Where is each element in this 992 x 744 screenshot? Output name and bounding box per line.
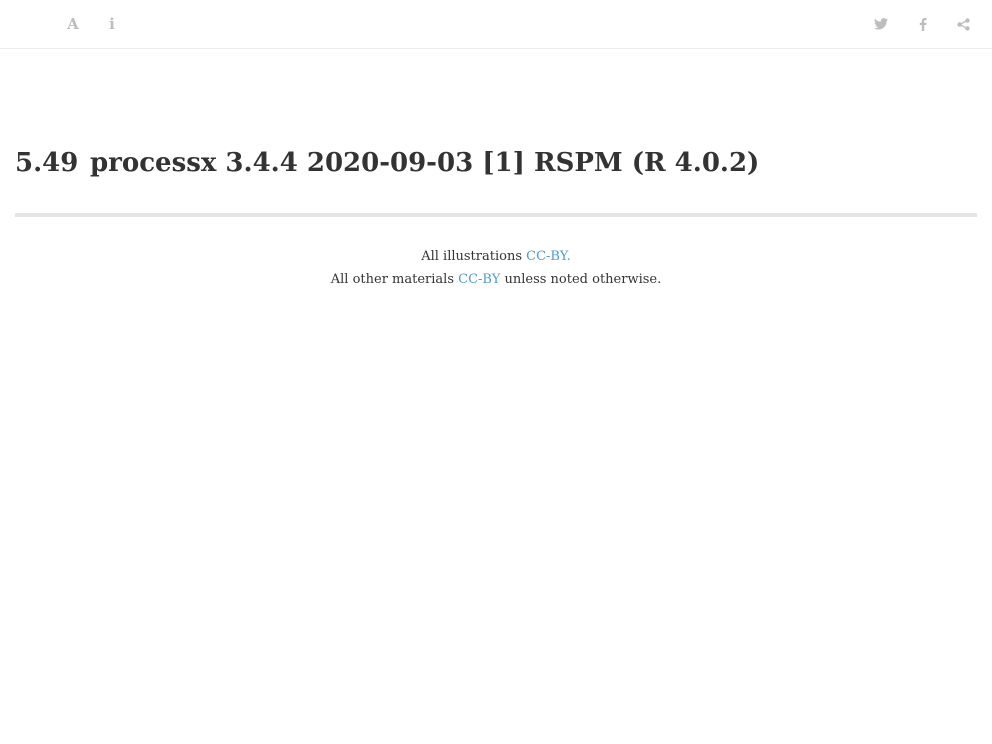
footer-illustrations-text: All illustrations [421,249,527,264]
page-footer: All illustrations CC-BY. All other mater… [0,245,992,291]
footer-line-illustrations: All illustrations CC-BY. [0,245,992,268]
twitter-icon [874,18,888,30]
info-icon: i [109,14,115,33]
section-number: 5.49 [15,148,79,178]
share-button[interactable] [951,12,975,36]
illustrations-license-link[interactable]: CC-BY. [526,249,571,264]
info-button[interactable]: i [100,12,124,36]
book-toolbar: A i [0,0,992,49]
footer-line-materials: All other materials CC-BY unless noted o… [0,268,992,291]
facebook-icon [919,17,927,31]
divider [15,213,977,217]
font-settings-button[interactable]: A [61,12,85,36]
footer-materials-text: All other materials [330,272,459,287]
font-icon: A [67,14,79,33]
materials-license-link[interactable]: CC-BY [458,272,500,287]
share-icon [956,17,970,31]
facebook-share-button[interactable] [911,12,935,36]
twitter-share-button[interactable] [869,12,893,36]
page-title: 5.49 processx 3.4.4 2020-09-03 [1] RSPM (… [15,143,759,183]
section-title: processx 3.4.4 2020-09-03 [1] RSPM (R 4.… [90,148,760,178]
footer-materials-suffix: unless noted otherwise. [500,272,662,287]
